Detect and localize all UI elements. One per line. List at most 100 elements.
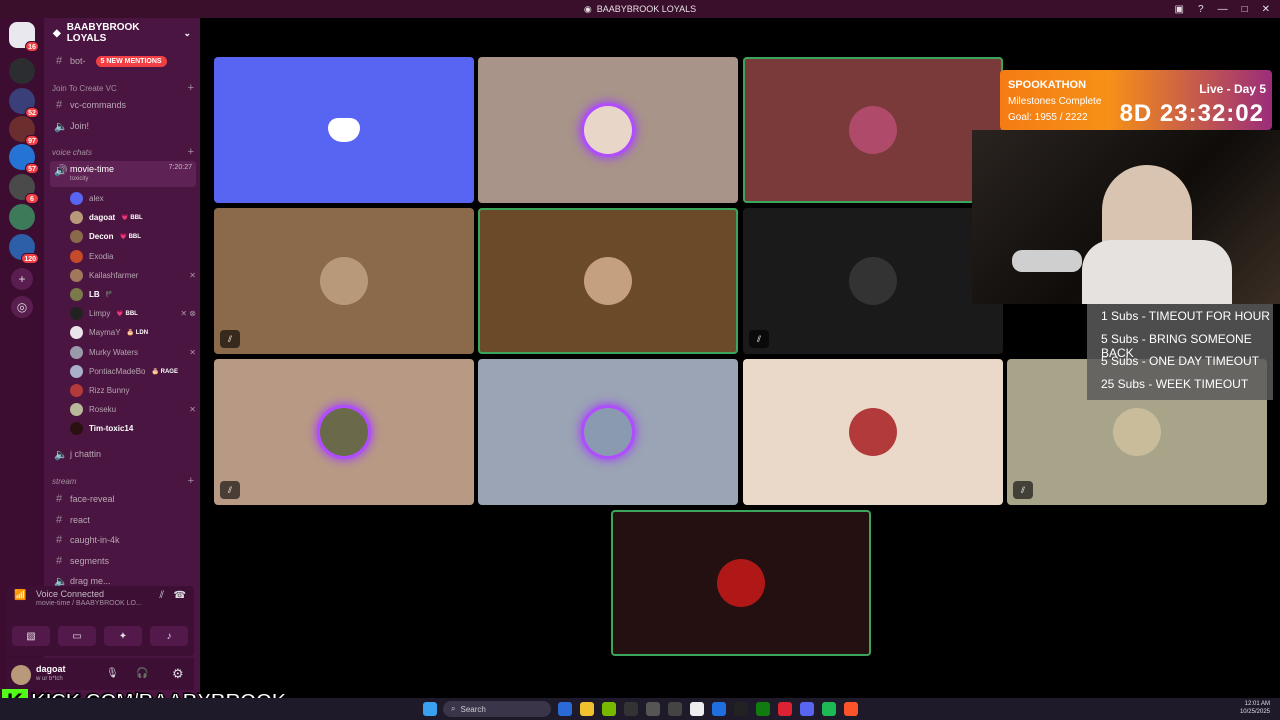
participant-tile[interactable] <box>743 57 1003 203</box>
voice-channel[interactable]: movie-time / BAABYBROOK LO... <box>36 600 142 607</box>
participant-tile[interactable] <box>478 208 738 354</box>
channel-bot[interactable]: # bot- 5 NEW MENTIONS <box>50 52 196 70</box>
app-icon[interactable] <box>734 702 748 716</box>
user-name: alex <box>89 194 104 203</box>
mentions-badge[interactable]: 5 NEW MENTIONS <box>95 55 167 67</box>
channel-stream[interactable]: # face-reveal <box>50 490 196 508</box>
activities-button[interactable]: ✦ <box>104 626 142 646</box>
participant-tile[interactable] <box>611 510 871 656</box>
voice-user[interactable]: LB 🏴 <box>70 286 196 303</box>
participant-tile[interactable]: ⫽ <box>214 208 474 354</box>
add-channel-icon[interactable]: + <box>188 82 194 94</box>
steam-icon[interactable] <box>690 702 704 716</box>
minimize-icon[interactable]: — <box>1218 4 1228 15</box>
live-day-label: Live - Day 5 <box>1199 82 1266 96</box>
xbox-icon[interactable] <box>756 702 770 716</box>
add-channel-icon[interactable]: + <box>188 146 194 158</box>
voice-user[interactable]: Murky Waters ✕ <box>70 344 196 361</box>
user-tag: 🎂 RAGE <box>151 368 178 375</box>
voice-user[interactable]: Exodia <box>70 248 196 265</box>
inbox-icon[interactable]: ▣ <box>1175 4 1184 15</box>
channel-stream[interactable]: # caught-in-4k <box>50 531 196 549</box>
participant-tile[interactable]: ⫽ <box>743 208 1003 354</box>
system-clock[interactable]: 12:01 AM 10/25/2025 <box>1240 700 1270 716</box>
maximize-icon[interactable]: □ <box>1242 4 1248 15</box>
unread-badge: 120 <box>21 253 39 264</box>
windows-start-icon[interactable] <box>423 702 437 716</box>
add-server-icon[interactable]: + <box>11 268 33 290</box>
nvidia-icon[interactable] <box>602 702 616 716</box>
participant-tile[interactable]: ⫽ <box>214 359 474 505</box>
server-icon[interactable] <box>9 204 35 230</box>
channel-label: vc-commands <box>70 100 127 110</box>
headphones-icon[interactable]: 🎧 <box>136 668 148 679</box>
app-icon[interactable] <box>646 702 660 716</box>
server-icon[interactable]: 16 <box>9 22 39 52</box>
discord-logo-icon: ◉ <box>583 3 592 14</box>
category-label: Join To Create VC <box>52 83 117 93</box>
avatar <box>70 422 83 436</box>
category-stream[interactable]: stream + <box>52 474 194 488</box>
voice-user[interactable]: Rizz Bunny <box>70 382 196 399</box>
channel-movie-time[interactable]: 🔊 movie-time toxicity 7:20:27 <box>50 161 196 187</box>
server-icon[interactable]: 97 <box>9 116 39 146</box>
voice-user[interactable]: Limpy 💗 BBL ✕ ⊗ <box>70 305 196 322</box>
channel-join[interactable]: 🔈 Join! <box>50 117 196 135</box>
app-icon[interactable] <box>624 702 638 716</box>
explore-icon[interactable]: ◎ <box>11 296 33 318</box>
app-icon[interactable] <box>712 702 726 716</box>
voice-user[interactable]: alex <box>70 190 196 207</box>
voice-user[interactable]: Decon 💗 BBL <box>70 228 196 245</box>
user-name: Decon <box>89 232 114 242</box>
voice-user[interactable]: PontiacMadeBo 🎂 RAGE <box>70 363 196 380</box>
task-view-icon[interactable] <box>558 702 572 716</box>
category-voice-chats[interactable]: voice chats + <box>52 145 194 159</box>
server-icon[interactable] <box>9 58 35 84</box>
app-icon[interactable] <box>668 702 682 716</box>
taskbar-search[interactable]: ⌕ Search <box>443 701 551 717</box>
avatar <box>584 106 632 154</box>
server-icon[interactable]: 57 <box>9 144 39 174</box>
help-icon[interactable]: ? <box>1198 4 1204 15</box>
participant-tile[interactable] <box>743 359 1003 505</box>
channel-vc-commands[interactable]: # vc-commands <box>50 96 196 114</box>
voice-user[interactable]: dagoat 💗 BBL <box>70 209 196 226</box>
camera-button[interactable]: ▧ <box>12 626 50 646</box>
avatar <box>70 268 83 282</box>
brave-icon[interactable] <box>844 702 858 716</box>
channel-stream[interactable]: # react <box>50 511 196 529</box>
server-header[interactable]: ◆ BAABYBROOK LOYALS ⌄ <box>44 18 200 48</box>
screen-share-button[interactable]: ▭ <box>58 626 96 646</box>
server-icon[interactable]: 120 <box>9 234 39 264</box>
server-icon[interactable]: 6 <box>9 174 39 204</box>
voice-user[interactable]: MaymaY 🎂 LDN <box>70 324 196 341</box>
channel-stream[interactable]: # segments <box>50 552 196 570</box>
soundboard-button[interactable]: ♪ <box>150 626 188 646</box>
avatar[interactable] <box>11 665 31 685</box>
avatar <box>70 345 83 359</box>
voice-user[interactable]: Roseku ✕ <box>70 401 196 418</box>
server-icon[interactable]: 52 <box>9 88 39 118</box>
spotify-icon[interactable] <box>822 702 836 716</box>
voice-user[interactable]: Kailashfarmer ✕ <box>70 267 196 284</box>
channel-j-chattin[interactable]: 🔈 j chattin <box>50 445 196 463</box>
file-explorer-icon[interactable] <box>580 702 594 716</box>
category-join-to-create[interactable]: Join To Create VC + <box>52 81 194 95</box>
channel-label: react <box>70 514 91 525</box>
avatar <box>70 288 83 301</box>
app-icon[interactable] <box>778 702 792 716</box>
add-channel-icon[interactable]: + <box>188 475 194 487</box>
disconnect-icon[interactable]: ☎ <box>174 590 186 601</box>
close-icon[interactable]: ✕ <box>1262 4 1270 15</box>
voice-user[interactable]: Tim-toxic14 <box>70 420 196 437</box>
discord-icon[interactable] <box>800 702 814 716</box>
microphone-icon[interactable]: 🎙 <box>106 668 119 679</box>
participant-tile[interactable] <box>214 57 474 203</box>
signal-icon: 📶 <box>14 590 27 601</box>
countdown-timer: 8D 23:32:02 <box>1119 100 1264 127</box>
noise-suppression-icon[interactable]: ⫽ <box>160 590 164 601</box>
participant-tile[interactable] <box>478 57 738 203</box>
settings-icon[interactable]: ⚙ <box>172 666 184 682</box>
subs-goals-overlay: 1 Subs - TIMEOUT FOR HOUR 5 Subs - BRING… <box>1087 304 1273 400</box>
participant-tile[interactable] <box>478 359 738 505</box>
